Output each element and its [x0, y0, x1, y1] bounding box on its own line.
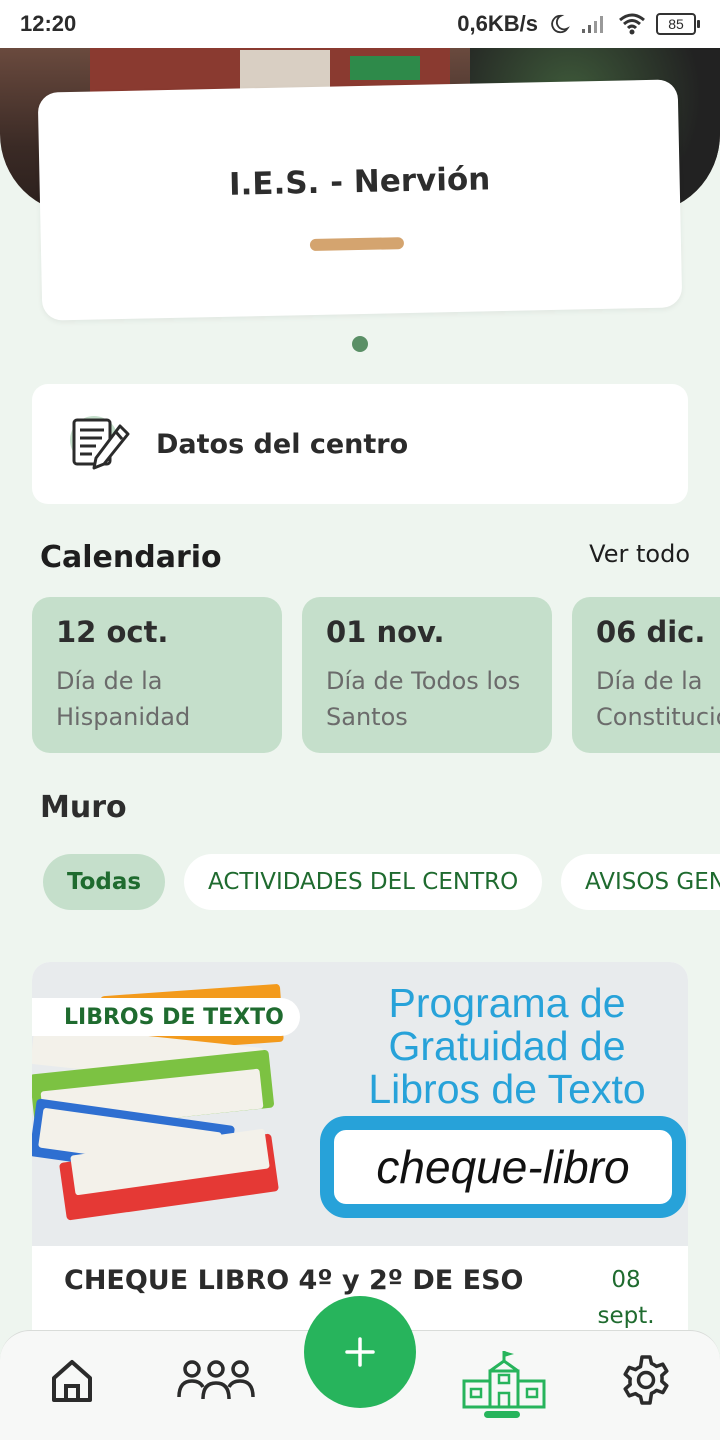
calendar-title: Calendario — [40, 540, 222, 575]
calendar-see-all-link[interactable]: Ver todo — [589, 540, 690, 568]
post-date: 08 sept. — [586, 1262, 666, 1334]
post-category-tag: LIBROS DE TEXTO — [32, 998, 300, 1036]
event-date: 01 nov. — [326, 615, 445, 649]
nav-school-button[interactable] — [460, 1349, 548, 1411]
event-description: Día de la Constitución — [596, 667, 720, 731]
post-title: CHEQUE LIBRO 4º y 2º DE ESO — [64, 1265, 524, 1296]
event-description: Día de la Hispanidad — [56, 667, 191, 731]
nav-settings-button[interactable] — [610, 1349, 682, 1411]
event-date: 12 oct. — [56, 615, 169, 649]
add-button[interactable] — [304, 1296, 416, 1408]
filter-chip-actividades[interactable]: ACTIVIDADES DEL CENTRO — [184, 854, 543, 910]
calendar-event-card[interactable]: 06 dic. Día de la Constitución — [572, 597, 720, 753]
plus-icon — [345, 1337, 375, 1367]
post-date-day: 08 — [611, 1267, 641, 1293]
cheque-libro-badge: cheque-libro — [320, 1116, 686, 1218]
filter-chip-todas[interactable]: Todas — [43, 854, 166, 910]
home-icon — [52, 1360, 92, 1402]
battery-level: 85 — [656, 13, 696, 35]
nav-home-button[interactable] — [36, 1349, 108, 1411]
status-time: 12:20 — [20, 11, 77, 36]
status-bar: 12:20 0,6KB/s 85 — [0, 0, 720, 48]
document-edit-icon — [70, 416, 130, 470]
datos-del-centro-card[interactable]: Datos del centro — [32, 384, 688, 504]
datos-label: Datos del centro — [156, 428, 409, 460]
network-speed: 0,6KB/s — [457, 11, 538, 36]
signal-icon — [582, 16, 603, 33]
promo-heading: Programa de Gratuidad de Libros de Texto — [332, 982, 682, 1111]
wifi-icon — [619, 13, 645, 35]
calendar-event-card[interactable]: 12 oct. Día de la Hispanidad — [32, 597, 282, 753]
school-card[interactable]: I.E.S. - Nervión — [37, 79, 683, 321]
nav-people-button[interactable] — [176, 1349, 256, 1411]
filter-chip-avisos[interactable]: AVISOS GENERALES — [561, 854, 720, 910]
status-icons: 0,6KB/s 85 — [457, 11, 700, 37]
post-date-month: sept. — [597, 1303, 655, 1329]
promo-line-2: Gratuidad de — [388, 1023, 626, 1069]
battery-icon: 85 — [656, 13, 700, 35]
settings-icon — [623, 1355, 669, 1405]
wall-title: Muro — [40, 790, 127, 825]
promo-line-1: Programa de — [388, 980, 626, 1026]
active-tab-indicator — [484, 1411, 520, 1418]
promo-line-3: Libros de Texto — [368, 1066, 646, 1112]
school-icon — [462, 1351, 546, 1409]
event-description: Día de Todos los Santos — [326, 667, 521, 731]
calendar-event-card[interactable]: 01 nov. Día de Todos los Santos — [302, 597, 552, 753]
school-accent-bar — [309, 237, 405, 252]
moon-icon — [551, 14, 570, 34]
people-icon — [177, 1360, 255, 1400]
carousel-indicator[interactable] — [352, 336, 368, 352]
school-name: I.E.S. - Nervión — [228, 161, 491, 203]
event-date: 06 dic. — [596, 615, 706, 649]
